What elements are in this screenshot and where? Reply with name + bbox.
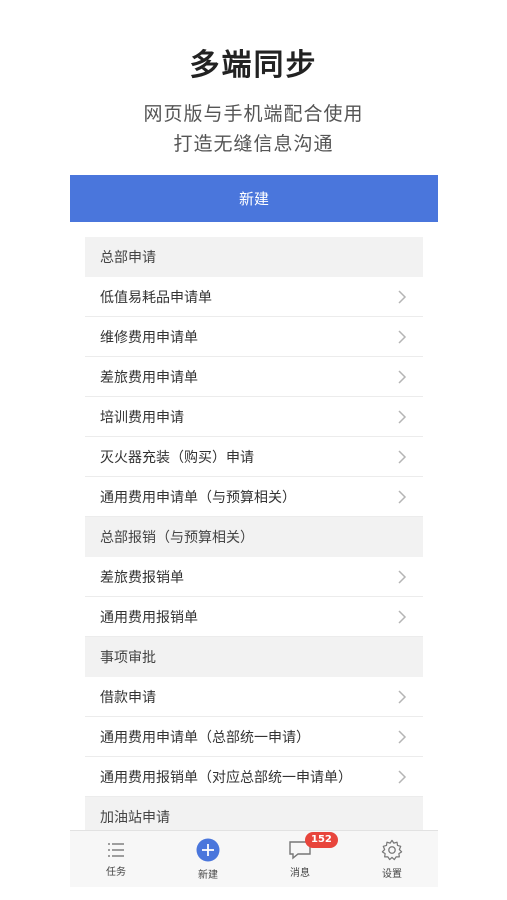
list-item[interactable]: 通用费用报销单（对应总部统一申请单）	[85, 757, 423, 797]
list-item-label: 差旅费报销单	[100, 569, 184, 586]
section-header: 总部报销（与预算相关）	[85, 517, 423, 557]
chevron-right-icon	[398, 729, 407, 744]
list-item[interactable]: 维修费用申请单	[85, 317, 423, 357]
list-item[interactable]: 通用费用申请单（总部统一申请）	[85, 717, 423, 757]
chevron-right-icon	[398, 329, 407, 344]
section-title: 总部申请	[100, 250, 156, 266]
list-item[interactable]: 差旅费用申请单	[85, 357, 423, 397]
list-item[interactable]: 培训费用申请	[85, 397, 423, 437]
tab-bar: 任务 新建 152 消息 设置	[70, 830, 438, 887]
list-item-label: 低值易耗品申请单	[100, 289, 212, 306]
list-item-label: 通用费用报销单	[100, 609, 198, 626]
list-item-label: 通用费用报销单（对应总部统一申请单）	[100, 769, 352, 786]
tab-label: 任务	[106, 867, 126, 878]
gear-icon	[381, 839, 403, 861]
list-item-label: 灭火器充装（购买）申请	[100, 449, 254, 466]
section-header: 总部申请	[85, 237, 423, 277]
form-list: 总部申请 低值易耗品申请单 维修费用申请单 差旅费用申请单 培训费用申请 灭火器…	[85, 237, 423, 837]
list-item[interactable]: 通用费用申请单（与预算相关）	[85, 477, 423, 517]
chevron-right-icon	[398, 369, 407, 384]
plus-circle-icon	[196, 838, 220, 862]
list-item-label: 通用费用申请单（与预算相关）	[100, 489, 296, 506]
hero-subtitle-line2: 打造无缝信息沟通	[173, 133, 334, 155]
tab-tasks[interactable]: 任务	[76, 841, 156, 878]
tab-label: 设置	[382, 869, 402, 880]
tab-settings[interactable]: 设置	[352, 839, 432, 880]
list-item[interactable]: 差旅费报销单	[85, 557, 423, 597]
chevron-right-icon	[398, 449, 407, 464]
list-icon	[108, 843, 124, 857]
list-item-label: 通用费用申请单（总部统一申请）	[100, 729, 310, 746]
list-item-label: 借款申请	[100, 689, 156, 706]
section-title: 加油站申请	[100, 810, 170, 826]
tab-label: 新建	[198, 870, 218, 881]
list-item-label: 差旅费用申请单	[100, 369, 198, 386]
list-item[interactable]: 借款申请	[85, 677, 423, 717]
tab-label: 消息	[290, 868, 310, 879]
chevron-right-icon	[398, 569, 407, 584]
tab-messages[interactable]: 152 消息	[260, 832, 340, 879]
list-item[interactable]: 通用费用报销单	[85, 597, 423, 637]
header-bar: 新建	[70, 175, 438, 222]
section-title: 事项审批	[100, 650, 156, 666]
list-item-label: 维修费用申请单	[100, 329, 198, 346]
chevron-right-icon	[398, 689, 407, 704]
hero-subtitle-line1: 网页版与手机端配合使用	[143, 103, 364, 125]
chevron-right-icon	[398, 609, 407, 624]
tab-new[interactable]: 新建	[168, 838, 248, 881]
chevron-right-icon	[398, 289, 407, 304]
section-header: 事项审批	[85, 637, 423, 677]
list-item[interactable]: 低值易耗品申请单	[85, 277, 423, 317]
list-item[interactable]: 灭火器充装（购买）申请	[85, 437, 423, 477]
unread-count-badge: 152	[305, 832, 338, 848]
chevron-right-icon	[398, 769, 407, 784]
phone-screen: 新建 总部申请 低值易耗品申请单 维修费用申请单 差旅费用申请单 培训费用申请 …	[70, 175, 438, 887]
chevron-right-icon	[398, 409, 407, 424]
list-item-label: 培训费用申请	[100, 409, 184, 426]
page-title: 新建	[238, 190, 269, 208]
chevron-right-icon	[398, 489, 407, 504]
hero-title: 多端同步	[189, 48, 318, 83]
section-title: 总部报销（与预算相关）	[100, 530, 254, 546]
